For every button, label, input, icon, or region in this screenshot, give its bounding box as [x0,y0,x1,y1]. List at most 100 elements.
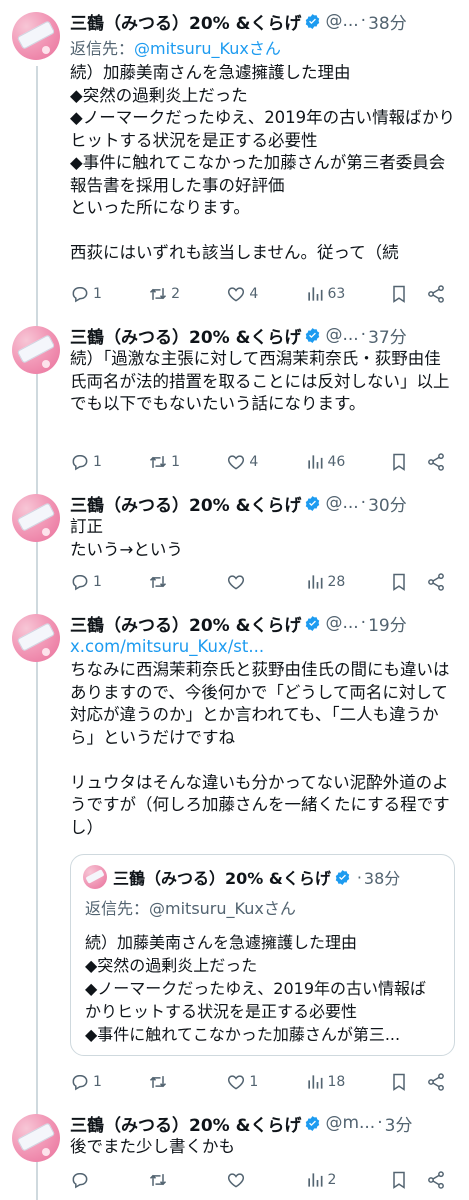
retweet-icon [150,1174,167,1186]
tweet-1[interactable]: 三鶴（みつる）20% &くらげ @... · 38分 ··· 返信先：@mits… [0,0,469,316]
like-count: 1 [249,1074,259,1090]
quoted-tweet[interactable]: 三鶴（みつる）20% &くらげ · 38分 返信先：@mitsuru_Kuxさん… [70,854,455,1056]
timestamp[interactable]: 3分 [385,1111,413,1136]
author-name[interactable]: 三鶴（みつる）20% &くらげ [70,611,301,636]
reply-count: 1 [93,454,102,470]
retweet-icon [150,288,167,300]
bookmark-button[interactable] [389,284,426,304]
quoted-timestamp: 38分 [363,869,401,888]
avatar[interactable] [12,494,60,542]
reply-to-mention: @mitsuru_Kuxさん [149,899,296,918]
tweet-link[interactable]: x.com/mitsuru_Kux/st... [70,636,455,659]
action-bar: 1 1 18 [70,1068,455,1096]
views-button[interactable]: 63 [305,284,389,304]
bookmark-button[interactable] [389,572,426,592]
views-icon [307,575,323,589]
reply-button[interactable]: 1 [70,1072,148,1092]
views-button[interactable]: 46 [305,452,389,472]
bookmark-button[interactable] [389,452,426,472]
author-name[interactable]: 三鶴（みつる）20% &くらげ [70,1111,301,1136]
like-button[interactable]: 1 [226,1072,304,1092]
author-handle[interactable]: @m... [325,1113,375,1133]
share-button[interactable] [426,1072,455,1092]
reply-prefix: 返信先： [70,39,135,58]
like-button[interactable]: 4 [226,452,304,472]
author-handle[interactable]: @... [325,493,358,513]
reply-context: 返信先：@mitsuru_Kuxさん [70,35,281,59]
avatar[interactable] [12,326,60,374]
views-button[interactable]: 28 [305,572,389,592]
views-count: 63 [327,286,346,302]
reply-to-mention[interactable]: @mitsuru_Kuxさん [134,39,281,58]
tweet-text: 訂正 たいう→という [70,517,183,559]
separator-dot: · [360,325,367,345]
retweet-button[interactable]: 2 [148,284,226,304]
author-handle[interactable]: @... [325,325,358,345]
avatar[interactable] [12,1114,60,1162]
share-button[interactable] [426,572,455,592]
author-name[interactable]: 三鶴（みつる）20% &くらげ [70,491,301,516]
like-button[interactable]: 4 [226,284,304,304]
like-icon [228,455,245,470]
like-count: 4 [249,286,259,302]
tweet-5[interactable]: 三鶴（みつる）20% &くらげ @m... · 3分 後でまた少し書くかも 2 [0,1104,469,1200]
tweet-text: 後でまた少し書くかも [70,1137,235,1156]
separator-dot: · [360,493,367,513]
bookmark-button[interactable] [389,1072,426,1092]
views-button[interactable]: 18 [305,1072,389,1092]
quoted-author-name: 三鶴（みつる）20% &くらげ [113,869,331,888]
timestamp[interactable]: 30分 [368,491,407,516]
verified-badge-icon [335,869,350,885]
verified-badge-icon [306,495,320,511]
verified-badge-icon [306,615,320,631]
views-icon [307,1075,323,1089]
timestamp[interactable]: 19分 [368,611,407,636]
reply-count: 1 [93,1074,102,1090]
bookmark-icon [392,1073,405,1091]
views-button[interactable]: 2 [305,1170,389,1190]
tweet-text: 続）加藤美南さんを急遽擁護した理由 ◆突然の過剰炎上だった ◆ノーマークだったゆ… [70,63,456,262]
share-button[interactable] [426,1170,455,1190]
bookmark-icon [392,573,405,591]
share-icon [427,453,444,471]
reply-button[interactable]: 1 [70,572,148,592]
retweet-button[interactable] [148,1170,226,1190]
views-count: 46 [327,454,346,470]
retweet-button[interactable] [148,572,226,592]
tweet-text: 続）「過激な主張に対して西潟茉莉奈氏・荻野由佳氏両名が法的措置を取ることには反対… [70,349,450,413]
views-count: 28 [327,574,346,590]
author-name[interactable]: 三鶴（みつる）20% &くらげ [70,9,301,34]
retweet-count: 1 [171,454,181,470]
share-button[interactable] [426,284,455,304]
retweet-icon [150,1076,167,1088]
timestamp[interactable]: 38分 [368,9,407,34]
author-handle[interactable]: @... [325,11,358,31]
views-count: 18 [327,1074,346,1090]
share-icon [427,285,444,303]
retweet-icon [150,576,167,588]
author-handle[interactable]: @... [325,613,358,633]
reply-icon [72,287,88,303]
retweet-button[interactable]: 1 [148,452,226,472]
like-button[interactable] [226,1170,304,1190]
action-bar: 1 1 4 46 [70,448,455,476]
like-button[interactable] [226,572,304,592]
reply-button[interactable] [70,1170,148,1190]
avatar[interactable] [12,614,60,662]
tweet-4[interactable]: 三鶴（みつる）20% &くらげ @... · 19分 x.com/mitsuru… [0,604,469,1104]
bookmark-button[interactable] [389,1170,426,1190]
tweet-3[interactable]: 三鶴（みつる）20% &くらげ @... · 30分 訂正 たいう→という 1 … [0,484,469,604]
tweet-2[interactable]: 三鶴（みつる）20% &くらげ @... · 37分 続）「過激な主張に対して西… [0,316,469,484]
avatar[interactable] [12,12,60,60]
share-button[interactable] [426,452,455,472]
reply-button[interactable]: 1 [70,284,148,304]
reply-icon [72,1075,88,1091]
reply-icon [72,1173,88,1189]
reply-button[interactable]: 1 [70,452,148,472]
retweet-button[interactable] [148,1072,226,1092]
author-name[interactable]: 三鶴（みつる）20% &くらげ [70,323,301,348]
quoted-reply-context: 返信先：@mitsuru_Kuxさん [85,895,296,919]
views-icon [307,287,323,301]
bookmark-icon [392,1171,405,1189]
timestamp[interactable]: 37分 [368,323,407,348]
